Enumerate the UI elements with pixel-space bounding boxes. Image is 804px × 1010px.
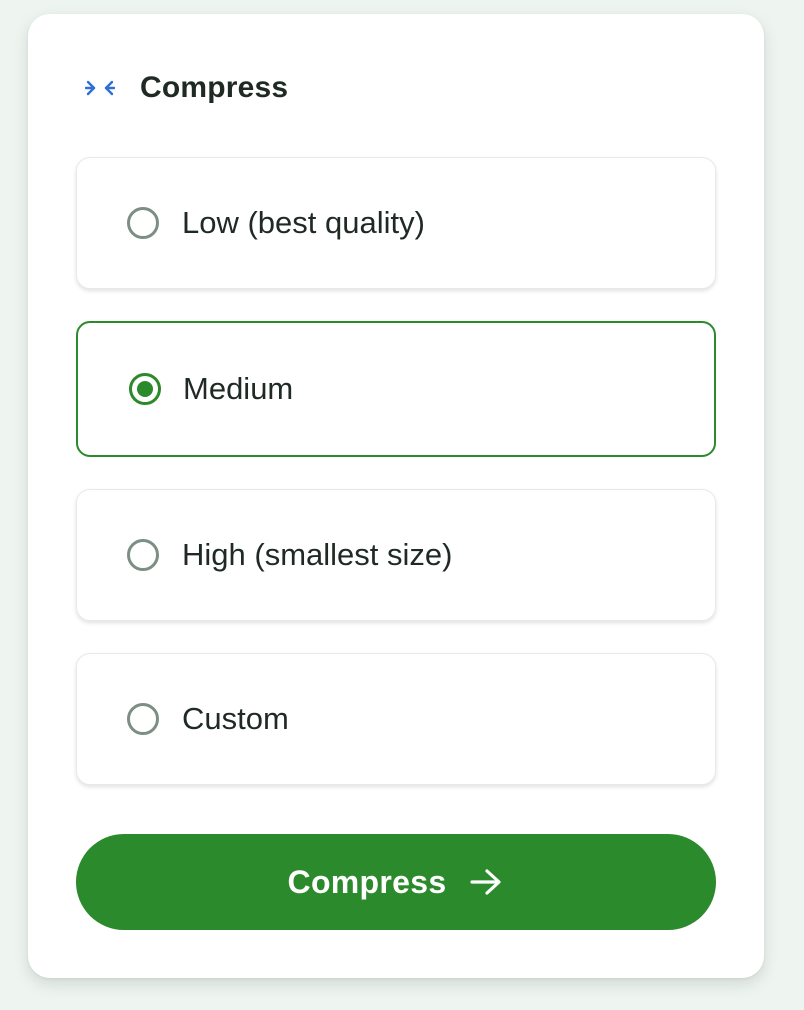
compress-icon <box>84 72 116 104</box>
compression-level-options: Low (best quality) Medium High (smallest… <box>76 157 716 817</box>
option-low[interactable]: Low (best quality) <box>76 157 716 289</box>
panel-title: Compress <box>140 71 289 104</box>
radio-button-selected[interactable] <box>129 373 161 405</box>
radio-button[interactable] <box>127 539 159 571</box>
option-label: Custom <box>182 701 289 736</box>
compress-panel: Compress Low (best quality) Medium High … <box>28 14 764 978</box>
radio-button[interactable] <box>127 703 159 735</box>
panel-header: Compress <box>84 66 288 110</box>
radio-button[interactable] <box>127 207 159 239</box>
option-medium[interactable]: Medium <box>76 321 716 457</box>
arrow-right-icon <box>468 864 504 900</box>
option-label: High (smallest size) <box>182 537 453 572</box>
option-high[interactable]: High (smallest size) <box>76 489 716 621</box>
option-label: Medium <box>183 371 294 406</box>
compress-button-label: Compress <box>287 863 447 900</box>
compress-button[interactable]: Compress <box>76 834 716 930</box>
option-custom[interactable]: Custom <box>76 653 716 785</box>
option-label: Low (best quality) <box>182 205 425 240</box>
